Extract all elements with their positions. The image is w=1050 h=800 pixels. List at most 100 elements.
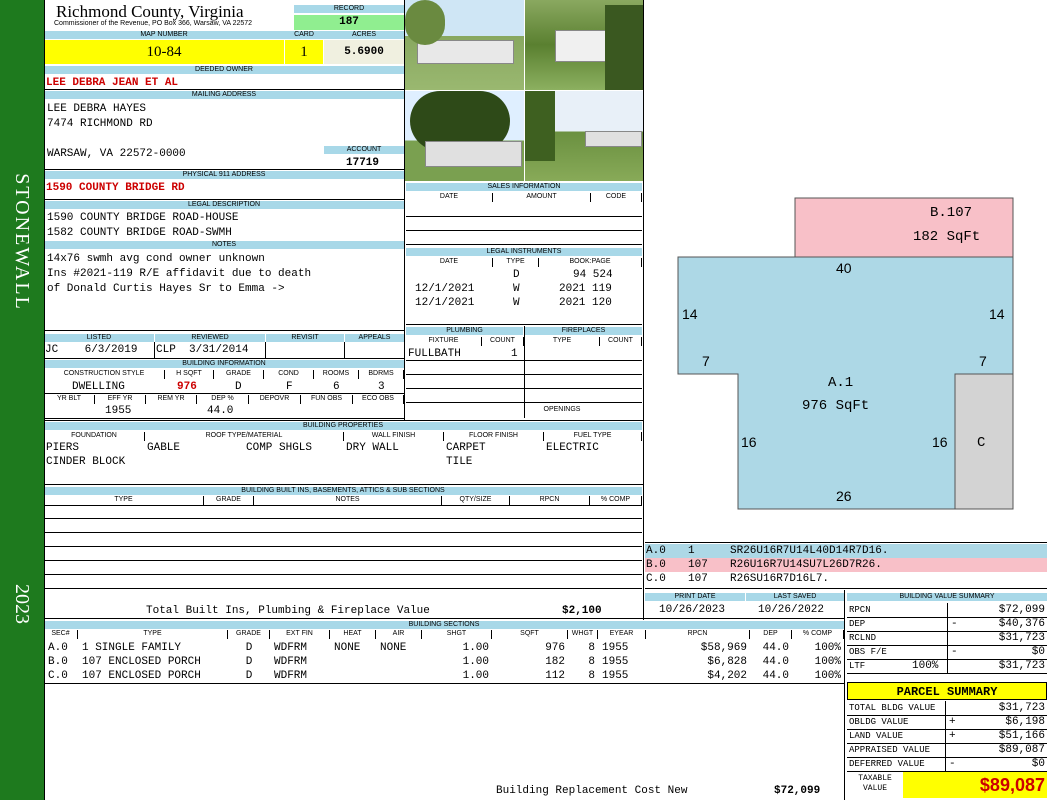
fireplaces-label: FIREPLACES (525, 327, 642, 335)
reviewed-value: CLP 3/31/2014 (156, 344, 249, 356)
sketch-dim-14-left: 14 (682, 306, 698, 322)
fixture-col: FIXTURE (406, 337, 482, 346)
bvs-value-1: $40,376 (998, 618, 1045, 630)
notes-line-1: 14x76 swmh avg cond owner unknown (47, 253, 265, 265)
section-row-3-ext: WDFRM (274, 670, 308, 682)
bvs-key-2: RCLND (849, 633, 877, 643)
section-row-1-air: NONE (380, 642, 407, 654)
li-type-col: TYPE (493, 258, 539, 267)
grade-value: D (235, 381, 242, 393)
section-row-2-whgt: 8 (588, 656, 595, 668)
code-b-id: B.0 (646, 559, 666, 571)
bi-rpcn-col: RPCN (510, 496, 590, 505)
li-row-3-type: W (513, 297, 520, 309)
code-a-code: SR26U16R7U14L40D14R7D16. (730, 545, 889, 557)
notes-label: NOTES (44, 241, 404, 249)
record-value: 187 (294, 15, 404, 30)
deeded-owner-label: DEEDED OWNER (44, 66, 404, 74)
li-row-2-type: W (513, 283, 520, 295)
code-a-n: 1 (688, 545, 695, 557)
account-number: 17719 (346, 157, 380, 169)
section-row-1-dep: 44.0 (762, 642, 789, 654)
sections-col-year: EYEAR (598, 630, 646, 639)
county-title: Richmond County, Virginia (56, 2, 244, 21)
reviewed-label: REVIEWED (155, 334, 265, 342)
li-row-3-book: 2021 120 (559, 297, 612, 309)
taxable-value: $89,087 (903, 772, 1047, 798)
parcel-key-2: LAND VALUE (849, 731, 904, 741)
sections-col-air: AIR (376, 630, 422, 639)
builtins-total: $2,100 (562, 605, 602, 617)
section-row-3-dep: 44.0 (762, 670, 789, 682)
code-a-id: A.0 (646, 545, 666, 557)
parcel-key-0: TOTAL BLDG VALUE (849, 703, 936, 713)
brcn-value: $72,099 (774, 785, 821, 797)
style-value: DWELLING (72, 381, 125, 393)
sketch-dim-16-right: 16 (932, 434, 948, 450)
parcel-value-1: $6,198 (1005, 716, 1045, 728)
plumbing-label: PLUMBING (406, 327, 523, 335)
section-row-2-year: 1955 (602, 656, 629, 668)
building-info-label: BUILDING INFORMATION (44, 360, 404, 368)
physical-address: 1590 COUNTY BRIDGE RD (46, 182, 185, 194)
sales-info-label: SALES INFORMATION (406, 183, 642, 191)
li-row-1-type: D (513, 269, 520, 281)
mailing-address-label: MAILING ADDRESS (44, 91, 404, 99)
roof-type: GABLE (147, 442, 181, 454)
bdrms-value: 3 (378, 381, 385, 393)
section-row-2-rpcn: $6,828 (707, 656, 747, 668)
section-row-3-sec: C.0 (48, 670, 68, 682)
district-name: STONEWALL (11, 173, 33, 311)
floor-2: TILE (446, 456, 473, 468)
bvs-key-0: RPCN (849, 605, 871, 615)
section-row-2-grade: D (245, 656, 253, 668)
foundation-1: PIERS (46, 442, 80, 454)
parcel-sign-2: + (949, 730, 956, 742)
bi-notes-col: NOTES (254, 496, 442, 505)
code-c-code: R26SU16R7D16L7. (730, 573, 830, 585)
wall-col: WALL FINISH (344, 432, 444, 441)
section-row-1-shgt: 1.00 (462, 642, 489, 654)
building-properties-label: BUILDING PROPERTIES (44, 422, 642, 430)
style-col: CONSTRUCTION STYLE (44, 370, 165, 379)
depovr-col: DEPOVR (249, 395, 301, 404)
sections-col-grade: GRADE (228, 630, 270, 639)
fp-count-col: COUNT (600, 337, 642, 346)
sketch-dim-7-left: 7 (702, 353, 710, 369)
sketch-dim-14-right: 14 (989, 306, 1005, 322)
bi-comp-col: % COMP (590, 496, 642, 505)
li-book-col: BOOK:PAGE (539, 258, 642, 267)
floor-col: FLOOR FINISH (444, 432, 544, 441)
section-row-2-shgt: 1.00 (462, 656, 489, 668)
code-b-code: R26U16R7U14SU7L26D7R26. (730, 559, 882, 571)
roof-col: ROOF TYPE/MATERIAL (145, 432, 344, 441)
fp-type-col: TYPE (525, 337, 600, 346)
section-row-1-whgt: 8 (588, 642, 595, 654)
mailing-line-4: WARSAW, VA 22572-0000 (47, 148, 186, 160)
plumb-count-col: COUNT (482, 337, 524, 346)
county-address: Commissioner of the Revenue, PO Box 366,… (54, 20, 253, 27)
year-label: 2023 (11, 584, 33, 624)
bvs-key-1: DEP (849, 619, 866, 629)
li-row-3-date: 12/1/2021 (415, 297, 475, 309)
sections-col-sqft: SQFT (492, 630, 568, 639)
fixture-value: FULLBATH (408, 348, 461, 360)
parcel-key-4: DEFERRED VALUE (849, 759, 925, 769)
parcel-value-4: $0 (1031, 758, 1045, 770)
builtins-total-label: Total Built Ins, Plumbing & Fireplace Va… (146, 605, 430, 617)
bvs-value-2: $31,723 (998, 632, 1045, 644)
bdrms-col: BDRMS (359, 370, 404, 379)
property-photo-1 (405, 0, 524, 90)
map-number: 10-84 (44, 40, 284, 64)
rooms-col: ROOMS (314, 370, 359, 379)
revisit-label: REVISIT (266, 334, 344, 342)
bi-type-col: TYPE (44, 496, 204, 505)
floor-1: CARPET (446, 442, 486, 454)
sections-col-comp: % COMP (792, 630, 844, 639)
physical-address-label: PHYSICAL 911 ADDRESS (44, 171, 404, 179)
section-row-3-grade: D (245, 670, 253, 682)
wall-finish: DRY WALL (346, 442, 399, 454)
sections-col-dep: DEP (750, 630, 792, 639)
building-sections-label: BUILDING SECTIONS (44, 621, 844, 629)
sections-col-heat: HEAT (330, 630, 376, 639)
